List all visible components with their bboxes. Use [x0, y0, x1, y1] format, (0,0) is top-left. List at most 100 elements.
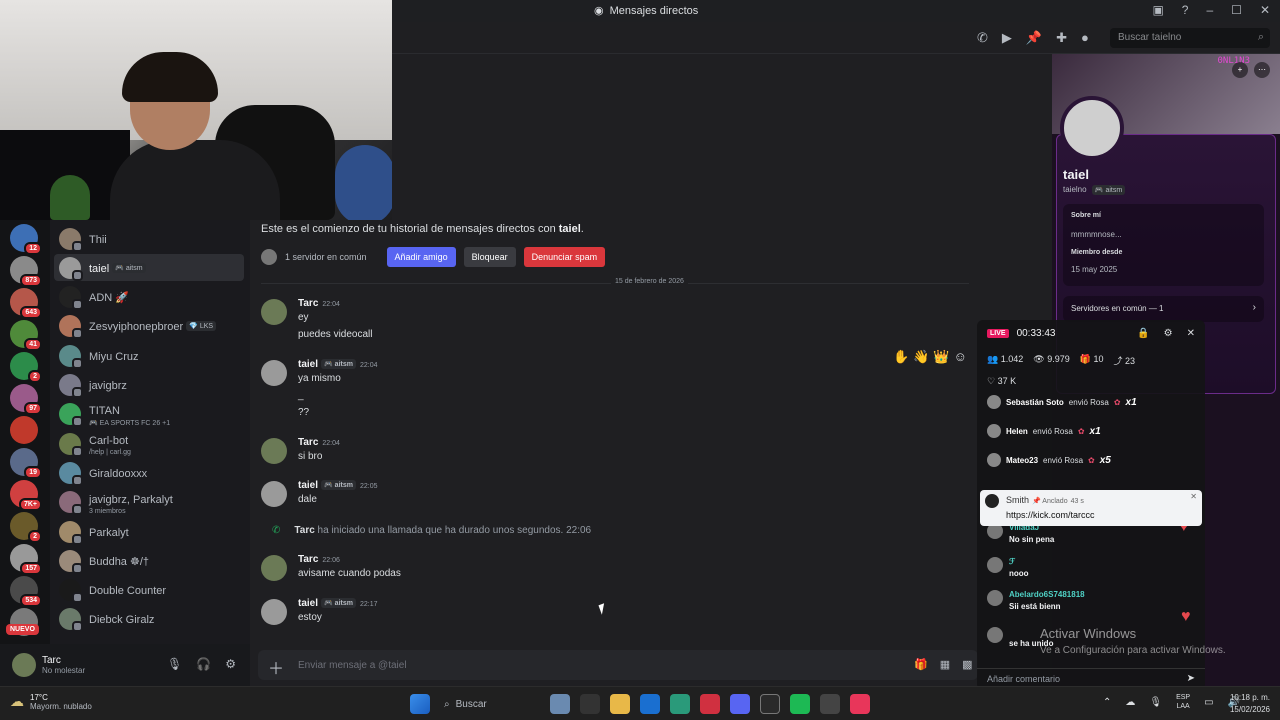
wave-icon[interactable]: 👋 — [913, 349, 929, 365]
gif-icon[interactable]: ▦ — [940, 658, 950, 671]
avatar[interactable] — [261, 599, 287, 625]
tiktok-icon[interactable] — [850, 694, 870, 714]
app-icon[interactable] — [700, 694, 720, 714]
edge-icon[interactable] — [670, 694, 690, 714]
server-icon[interactable]: 534 — [10, 576, 42, 607]
help-icon[interactable]: ? — [1182, 3, 1189, 17]
dm-item[interactable]: Miyu Cruz — [54, 342, 244, 369]
clock[interactable]: 10:18 p. m. 15/02/2026 — [1230, 692, 1270, 716]
server-icon[interactable]: 2 — [10, 352, 42, 383]
maximize-icon[interactable]: ☐ — [1231, 3, 1242, 17]
message-author[interactable]: Tarc — [298, 554, 318, 565]
add-friend-button[interactable]: Añadir amigo — [386, 247, 456, 267]
message-author[interactable]: Tarc — [298, 298, 318, 309]
call-icon[interactable]: ✆ — [977, 30, 988, 46]
system-tray: ⌃ ☁ 🎙 ESP LAA ▭ 🔊 — [1103, 693, 1240, 711]
microphone-icon[interactable]: 🎙 — [167, 657, 182, 671]
settings-icon[interactable]: ⚙ — [1164, 328, 1173, 339]
cloud-sync-icon[interactable]: ☁ — [1125, 697, 1135, 708]
spotify-icon[interactable] — [790, 694, 810, 714]
inbox-icon[interactable]: ▣ — [1152, 3, 1163, 17]
network-icon[interactable]: ▭ — [1204, 697, 1213, 708]
minimize-icon[interactable]: – — [1206, 3, 1213, 17]
dm-item[interactable]: Zesvyiphonepbroer 💎 LKS — [54, 313, 244, 340]
avatar[interactable] — [261, 360, 287, 386]
dm-name: taiel — [89, 262, 110, 275]
add-member-icon[interactable]: ✚ — [1056, 30, 1067, 46]
message-author[interactable]: taiel — [298, 480, 318, 491]
discord-icon[interactable] — [730, 694, 750, 714]
raised-hand-icon[interactable]: ✋ — [893, 349, 909, 365]
server-icon[interactable]: 157 — [10, 544, 42, 575]
message-author[interactable]: taiel — [298, 359, 318, 370]
headphones-icon[interactable]: 🎧 — [196, 657, 211, 671]
add-attachment-icon[interactable]: ＋ — [268, 655, 284, 679]
steam-icon[interactable] — [820, 694, 840, 714]
more-icon[interactable]: ⋯ — [1254, 62, 1270, 78]
close-icon[interactable]: ✕ — [1260, 3, 1270, 17]
crown-icon[interactable]: 👑 — [933, 349, 949, 365]
pin-icon[interactable]: 📌 — [1026, 30, 1042, 46]
profile-icon[interactable]: ● — [1081, 30, 1089, 46]
microphone-icon[interactable]: 🎙 — [1149, 697, 1162, 708]
server-icon[interactable]: 2 — [10, 512, 42, 543]
dm-item[interactable]: ADN 🚀 — [54, 284, 244, 311]
mutual-servers-row[interactable]: Servidores en común — 1 › — [1063, 296, 1264, 322]
task-view-icon[interactable] — [580, 694, 600, 714]
dm-item[interactable]: javigbrz — [54, 372, 244, 399]
dm-item[interactable]: Carl-bot/help | carl.gg — [54, 430, 244, 457]
emoji-icon[interactable]: ☺ — [954, 349, 967, 365]
block-button[interactable]: Bloquear — [463, 247, 516, 267]
report-spam-button[interactable]: Denunciar spam — [523, 247, 606, 267]
dm-item[interactable]: Diebck Giralz — [54, 606, 244, 633]
webcam-plant — [50, 175, 90, 220]
dm-item[interactable]: Parkalyt — [54, 518, 244, 545]
server-icon[interactable]: 19 — [10, 448, 42, 479]
lock-icon[interactable]: 🔒 — [1137, 328, 1149, 339]
app-icon[interactable] — [550, 694, 570, 714]
dm-item[interactable]: TITAN 🎮 EA SPORTS FC 26 +1 — [54, 401, 244, 428]
profile-name: taiel — [1063, 167, 1090, 182]
outlook-icon[interactable] — [640, 694, 660, 714]
weather-widget[interactable]: ☁ 17°C Mayorm. nublado — [10, 693, 92, 711]
dm-item[interactable]: Double Counter — [54, 577, 244, 604]
profile-avatar[interactable] — [1060, 96, 1124, 160]
avatar[interactable] — [261, 555, 287, 581]
message-input[interactable]: ＋ Enviar mensaje a @taiel 🎁 ▦ ▩ — [258, 650, 978, 680]
avatar[interactable] — [261, 481, 287, 507]
common-servers[interactable]: 1 servidor en común — [285, 252, 367, 262]
gift-icon[interactable]: 🎁 — [914, 658, 928, 671]
search-input[interactable]: Buscar taielno ⌕ — [1110, 28, 1270, 48]
start-icon[interactable] — [410, 694, 430, 714]
avatar[interactable] — [261, 438, 287, 464]
dm-item[interactable]: Giraldooxxx — [54, 459, 244, 486]
server-icon[interactable]: 643 — [10, 288, 42, 319]
dm-item[interactable]: Buddha ☸/† — [54, 547, 244, 574]
sticker-icon[interactable]: ▩ — [962, 658, 972, 671]
server-icon[interactable]: 41 — [10, 320, 42, 351]
settings-gear-icon[interactable]: ⚙ — [225, 657, 236, 671]
dm-item[interactable]: taiel 🎮 aitsm — [54, 254, 244, 282]
language-indicator[interactable]: ESP LAA — [1176, 693, 1190, 711]
close-icon[interactable]: ✕ — [1187, 328, 1195, 339]
avatar[interactable] — [12, 653, 36, 677]
dm-item[interactable]: Thii — [54, 225, 244, 252]
file-explorer-icon[interactable] — [610, 694, 630, 714]
server-icon[interactable]: 873 — [10, 256, 42, 287]
send-icon[interactable]: ➤ — [1187, 673, 1195, 684]
server-icon[interactable]: 12 — [10, 224, 42, 255]
video-icon[interactable]: ▶ — [1002, 30, 1012, 46]
server-icon[interactable]: 97 — [10, 384, 42, 415]
dm-item[interactable]: javigbrz, Parkalyt 3 miembros — [54, 489, 244, 516]
taskbar-search[interactable]: ⌕ Buscar — [440, 693, 540, 715]
close-icon[interactable]: ✕ — [1190, 492, 1197, 501]
add-friend-icon[interactable]: + — [1232, 62, 1248, 78]
avatar[interactable] — [261, 299, 287, 325]
server-icon[interactable]: 7K+ — [10, 480, 42, 511]
message-author[interactable]: Tarc — [298, 437, 318, 448]
server-icon[interactable] — [10, 416, 38, 444]
epic-games-icon[interactable] — [760, 694, 780, 714]
message-author[interactable]: taiel — [298, 598, 318, 609]
chevron-up-icon[interactable]: ⌃ — [1103, 697, 1111, 708]
pinned-link[interactable]: https://kick.com/tarccc — [1006, 510, 1095, 520]
